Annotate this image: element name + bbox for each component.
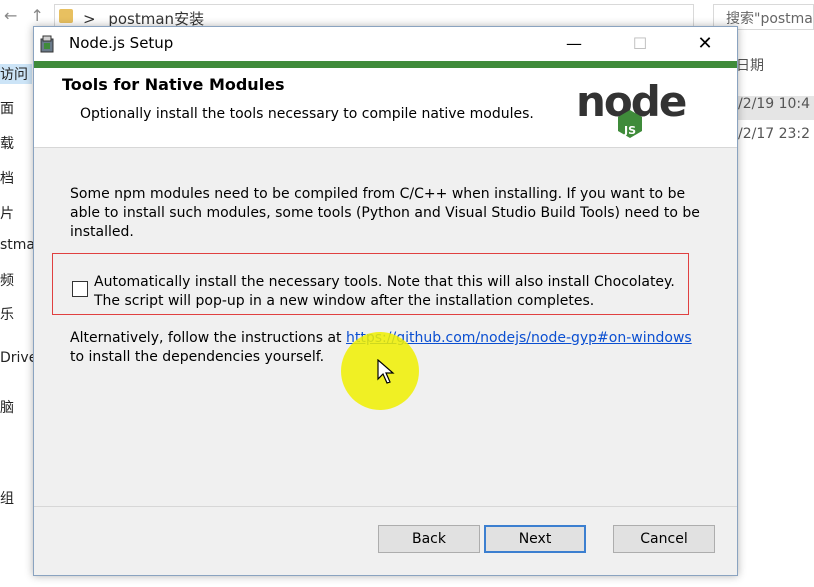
install-tools-label[interactable]: Automatically install the necessary tool… [94,273,694,311]
alt-suffix: to install the dependencies yourself. [70,349,325,365]
dialog-header: Tools for Native Modules Optionally inst… [34,68,737,148]
nav-music[interactable]: 乐 [0,304,14,324]
back-button[interactable]: Back [378,525,480,553]
nav-network[interactable]: 组 [0,488,14,508]
nav-postman[interactable]: stma [0,237,35,253]
file-row[interactable]: /2/17 23:2 [736,126,814,150]
install-tools-checkbox[interactable] [72,281,88,297]
column-date-header[interactable]: 日期 [736,55,764,75]
mouse-cursor-icon [377,359,395,384]
minimize-button[interactable]: — [551,27,597,61]
search-placeholder: 搜索"postman [726,11,814,27]
nav-quick-access[interactable]: 访问 [0,64,32,84]
page-title: Tools for Native Modules [62,75,285,94]
maximize-button[interactable]: ☐ [617,27,663,61]
title-bar[interactable]: Node.js Setup — ☐ ✕ [34,27,737,61]
setup-dialog: Node.js Setup — ☐ ✕ Tools for Native Mod… [33,26,738,576]
nav-videos[interactable]: 频 [0,270,14,290]
logo-sub-text: JS [623,124,636,137]
next-button[interactable]: Next [484,525,586,553]
accent-bar [34,61,737,68]
forward-arrow-icon[interactable]: ← [4,6,17,25]
nav-onedrive[interactable]: Drive [0,350,37,366]
nav-arrows[interactable]: ← ↑ [4,6,44,25]
close-button[interactable]: ✕ [682,27,728,61]
up-arrow-icon[interactable]: ↑ [31,6,44,25]
file-row[interactable]: /2/19 10:4 [736,96,814,120]
nav-documents[interactable]: 档 [0,168,14,188]
intro-text: Some npm modules need to be compiled fro… [70,186,700,240]
nav-desktop[interactable]: 面 [0,98,14,118]
nodejs-logo: node JS [576,77,688,138]
footer-divider [34,506,737,507]
installer-icon [40,35,54,53]
alt-prefix: Alternatively, follow the instructions a… [70,330,347,346]
nav-this-pc[interactable]: 脑 [0,397,14,417]
page-subtitle: Optionally install the tools necessary t… [80,106,534,122]
cancel-button[interactable]: Cancel [613,525,715,553]
nav-downloads[interactable]: 载 [0,133,14,153]
folder-icon [59,9,73,23]
window-title: Node.js Setup [69,34,174,52]
nav-pictures[interactable]: 片 [0,203,14,223]
